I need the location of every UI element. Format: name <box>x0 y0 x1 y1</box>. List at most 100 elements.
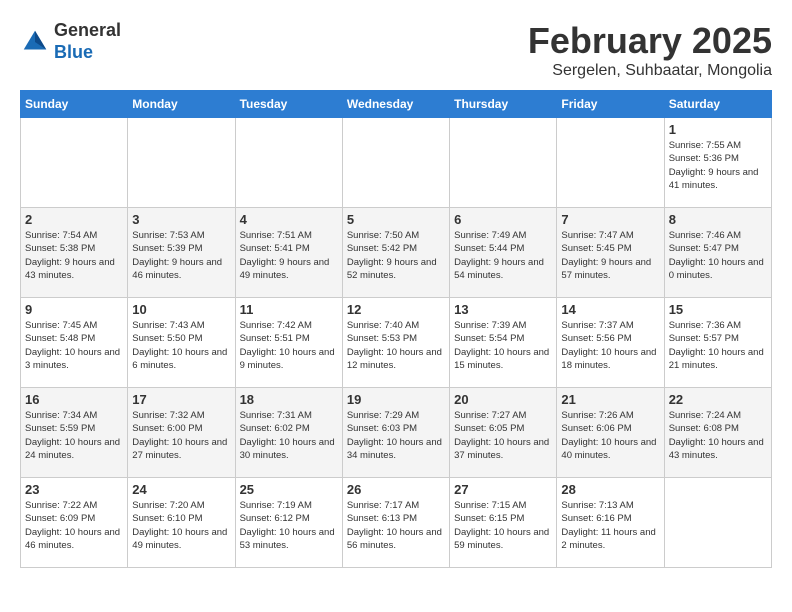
day-info: Sunrise: 7:46 AM Sunset: 5:47 PM Dayligh… <box>669 229 767 282</box>
day-info: Sunrise: 7:53 AM Sunset: 5:39 PM Dayligh… <box>132 229 230 282</box>
calendar-cell: 1 Sunrise: 7:55 AM Sunset: 5:36 PM Daylig… <box>664 118 771 208</box>
logo-icon <box>20 27 50 57</box>
calendar-cell <box>235 118 342 208</box>
calendar-cell: 8 Sunrise: 7:46 AM Sunset: 5:47 PM Daylig… <box>664 208 771 298</box>
day-info: Sunrise: 7:29 AM Sunset: 6:03 PM Dayligh… <box>347 409 445 462</box>
day-info: Sunrise: 7:55 AM Sunset: 5:36 PM Dayligh… <box>669 139 767 192</box>
day-info: Sunrise: 7:26 AM Sunset: 6:06 PM Dayligh… <box>561 409 659 462</box>
day-info: Sunrise: 7:31 AM Sunset: 6:02 PM Dayligh… <box>240 409 338 462</box>
calendar-cell <box>450 118 557 208</box>
day-info: Sunrise: 7:34 AM Sunset: 5:59 PM Dayligh… <box>25 409 123 462</box>
weekday-header: Thursday <box>450 91 557 118</box>
day-info: Sunrise: 7:17 AM Sunset: 6:13 PM Dayligh… <box>347 499 445 552</box>
day-info: Sunrise: 7:45 AM Sunset: 5:48 PM Dayligh… <box>25 319 123 372</box>
calendar-cell: 13 Sunrise: 7:39 AM Sunset: 5:54 PM Dayli… <box>450 298 557 388</box>
calendar-cell: 25 Sunrise: 7:19 AM Sunset: 6:12 PM Dayli… <box>235 478 342 568</box>
day-info: Sunrise: 7:40 AM Sunset: 5:53 PM Dayligh… <box>347 319 445 372</box>
day-info: Sunrise: 7:54 AM Sunset: 5:38 PM Dayligh… <box>25 229 123 282</box>
day-number: 28 <box>561 482 659 497</box>
calendar-cell: 7 Sunrise: 7:47 AM Sunset: 5:45 PM Daylig… <box>557 208 664 298</box>
calendar-week-row: 9Sunrise: 7:45 AM Sunset: 5:48 PM Daylig… <box>21 298 772 388</box>
calendar-cell: 21 Sunrise: 7:26 AM Sunset: 6:06 PM Dayli… <box>557 388 664 478</box>
day-info: Sunrise: 7:49 AM Sunset: 5:44 PM Dayligh… <box>454 229 552 282</box>
day-info: Sunrise: 7:42 AM Sunset: 5:51 PM Dayligh… <box>240 319 338 372</box>
day-number: 7 <box>561 212 659 227</box>
calendar-week-row: 1 Sunrise: 7:55 AM Sunset: 5:36 PM Daylig… <box>21 118 772 208</box>
logo-text: General Blue <box>54 20 121 63</box>
weekday-header: Wednesday <box>342 91 449 118</box>
calendar-cell <box>342 118 449 208</box>
day-info: Sunrise: 7:47 AM Sunset: 5:45 PM Dayligh… <box>561 229 659 282</box>
weekday-header: Tuesday <box>235 91 342 118</box>
day-number: 8 <box>669 212 767 227</box>
calendar-cell: 17 Sunrise: 7:32 AM Sunset: 6:00 PM Dayli… <box>128 388 235 478</box>
day-number: 12 <box>347 302 445 317</box>
calendar-cell: 26 Sunrise: 7:17 AM Sunset: 6:13 PM Dayli… <box>342 478 449 568</box>
day-number: 27 <box>454 482 552 497</box>
calendar-table: SundayMondayTuesdayWednesdayThursdayFrid… <box>20 90 772 568</box>
calendar-cell: 24Sunrise: 7:20 AM Sunset: 6:10 PM Dayli… <box>128 478 235 568</box>
calendar-cell: 22 Sunrise: 7:24 AM Sunset: 6:08 PM Dayli… <box>664 388 771 478</box>
day-info: Sunrise: 7:27 AM Sunset: 6:05 PM Dayligh… <box>454 409 552 462</box>
day-number: 25 <box>240 482 338 497</box>
calendar-cell: 4 Sunrise: 7:51 AM Sunset: 5:41 PM Daylig… <box>235 208 342 298</box>
calendar-cell: 11 Sunrise: 7:42 AM Sunset: 5:51 PM Dayli… <box>235 298 342 388</box>
calendar-week-row: 23Sunrise: 7:22 AM Sunset: 6:09 PM Dayli… <box>21 478 772 568</box>
day-info: Sunrise: 7:50 AM Sunset: 5:42 PM Dayligh… <box>347 229 445 282</box>
day-number: 18 <box>240 392 338 407</box>
calendar-cell: 15Sunrise: 7:36 AM Sunset: 5:57 PM Dayli… <box>664 298 771 388</box>
day-info: Sunrise: 7:24 AM Sunset: 6:08 PM Dayligh… <box>669 409 767 462</box>
day-number: 16 <box>25 392 123 407</box>
calendar-cell: 12 Sunrise: 7:40 AM Sunset: 5:53 PM Dayli… <box>342 298 449 388</box>
calendar-week-row: 16 Sunrise: 7:34 AM Sunset: 5:59 PM Dayli… <box>21 388 772 478</box>
calendar-cell <box>664 478 771 568</box>
weekday-header: Saturday <box>664 91 771 118</box>
day-number: 11 <box>240 302 338 317</box>
day-info: Sunrise: 7:22 AM Sunset: 6:09 PM Dayligh… <box>25 499 123 552</box>
day-info: Sunrise: 7:39 AM Sunset: 5:54 PM Dayligh… <box>454 319 552 372</box>
calendar-cell: 23Sunrise: 7:22 AM Sunset: 6:09 PM Dayli… <box>21 478 128 568</box>
day-number: 2 <box>25 212 123 227</box>
day-number: 14 <box>561 302 659 317</box>
calendar-cell: 19 Sunrise: 7:29 AM Sunset: 6:03 PM Dayli… <box>342 388 449 478</box>
day-number: 26 <box>347 482 445 497</box>
calendar-cell <box>557 118 664 208</box>
day-info: Sunrise: 7:13 AM Sunset: 6:16 PM Dayligh… <box>561 499 659 552</box>
day-info: Sunrise: 7:32 AM Sunset: 6:00 PM Dayligh… <box>132 409 230 462</box>
day-number: 22 <box>669 392 767 407</box>
calendar-cell: 28 Sunrise: 7:13 AM Sunset: 6:16 PM Dayli… <box>557 478 664 568</box>
calendar-cell: 3Sunrise: 7:53 AM Sunset: 5:39 PM Daylig… <box>128 208 235 298</box>
weekday-header: Sunday <box>21 91 128 118</box>
day-number: 1 <box>669 122 767 137</box>
day-number: 17 <box>132 392 230 407</box>
day-number: 20 <box>454 392 552 407</box>
calendar-cell: 27Sunrise: 7:15 AM Sunset: 6:15 PM Dayli… <box>450 478 557 568</box>
day-number: 10 <box>132 302 230 317</box>
day-number: 21 <box>561 392 659 407</box>
day-number: 13 <box>454 302 552 317</box>
title-block: February 2025 Sergelen, Suhbaatar, Mongo… <box>528 20 772 80</box>
calendar-cell: 18 Sunrise: 7:31 AM Sunset: 6:02 PM Dayli… <box>235 388 342 478</box>
day-number: 24 <box>132 482 230 497</box>
calendar-cell: 10 Sunrise: 7:43 AM Sunset: 5:50 PM Dayli… <box>128 298 235 388</box>
weekday-header: Friday <box>557 91 664 118</box>
weekday-header-row: SundayMondayTuesdayWednesdayThursdayFrid… <box>21 91 772 118</box>
calendar-cell: 2 Sunrise: 7:54 AM Sunset: 5:38 PM Daylig… <box>21 208 128 298</box>
calendar-cell <box>21 118 128 208</box>
calendar-cell: 20 Sunrise: 7:27 AM Sunset: 6:05 PM Dayli… <box>450 388 557 478</box>
calendar-week-row: 2 Sunrise: 7:54 AM Sunset: 5:38 PM Daylig… <box>21 208 772 298</box>
month-title: February 2025 <box>528 20 772 62</box>
day-info: Sunrise: 7:19 AM Sunset: 6:12 PM Dayligh… <box>240 499 338 552</box>
calendar-cell: 9Sunrise: 7:45 AM Sunset: 5:48 PM Daylig… <box>21 298 128 388</box>
calendar-cell: 5Sunrise: 7:50 AM Sunset: 5:42 PM Daylig… <box>342 208 449 298</box>
page-header: General Blue February 2025 Sergelen, Suh… <box>20 20 772 80</box>
day-number: 19 <box>347 392 445 407</box>
calendar-cell: 14Sunrise: 7:37 AM Sunset: 5:56 PM Dayli… <box>557 298 664 388</box>
logo: General Blue <box>20 20 121 63</box>
calendar-cell: 6 Sunrise: 7:49 AM Sunset: 5:44 PM Daylig… <box>450 208 557 298</box>
day-number: 6 <box>454 212 552 227</box>
day-number: 15 <box>669 302 767 317</box>
day-number: 4 <box>240 212 338 227</box>
day-info: Sunrise: 7:51 AM Sunset: 5:41 PM Dayligh… <box>240 229 338 282</box>
day-info: Sunrise: 7:43 AM Sunset: 5:50 PM Dayligh… <box>132 319 230 372</box>
